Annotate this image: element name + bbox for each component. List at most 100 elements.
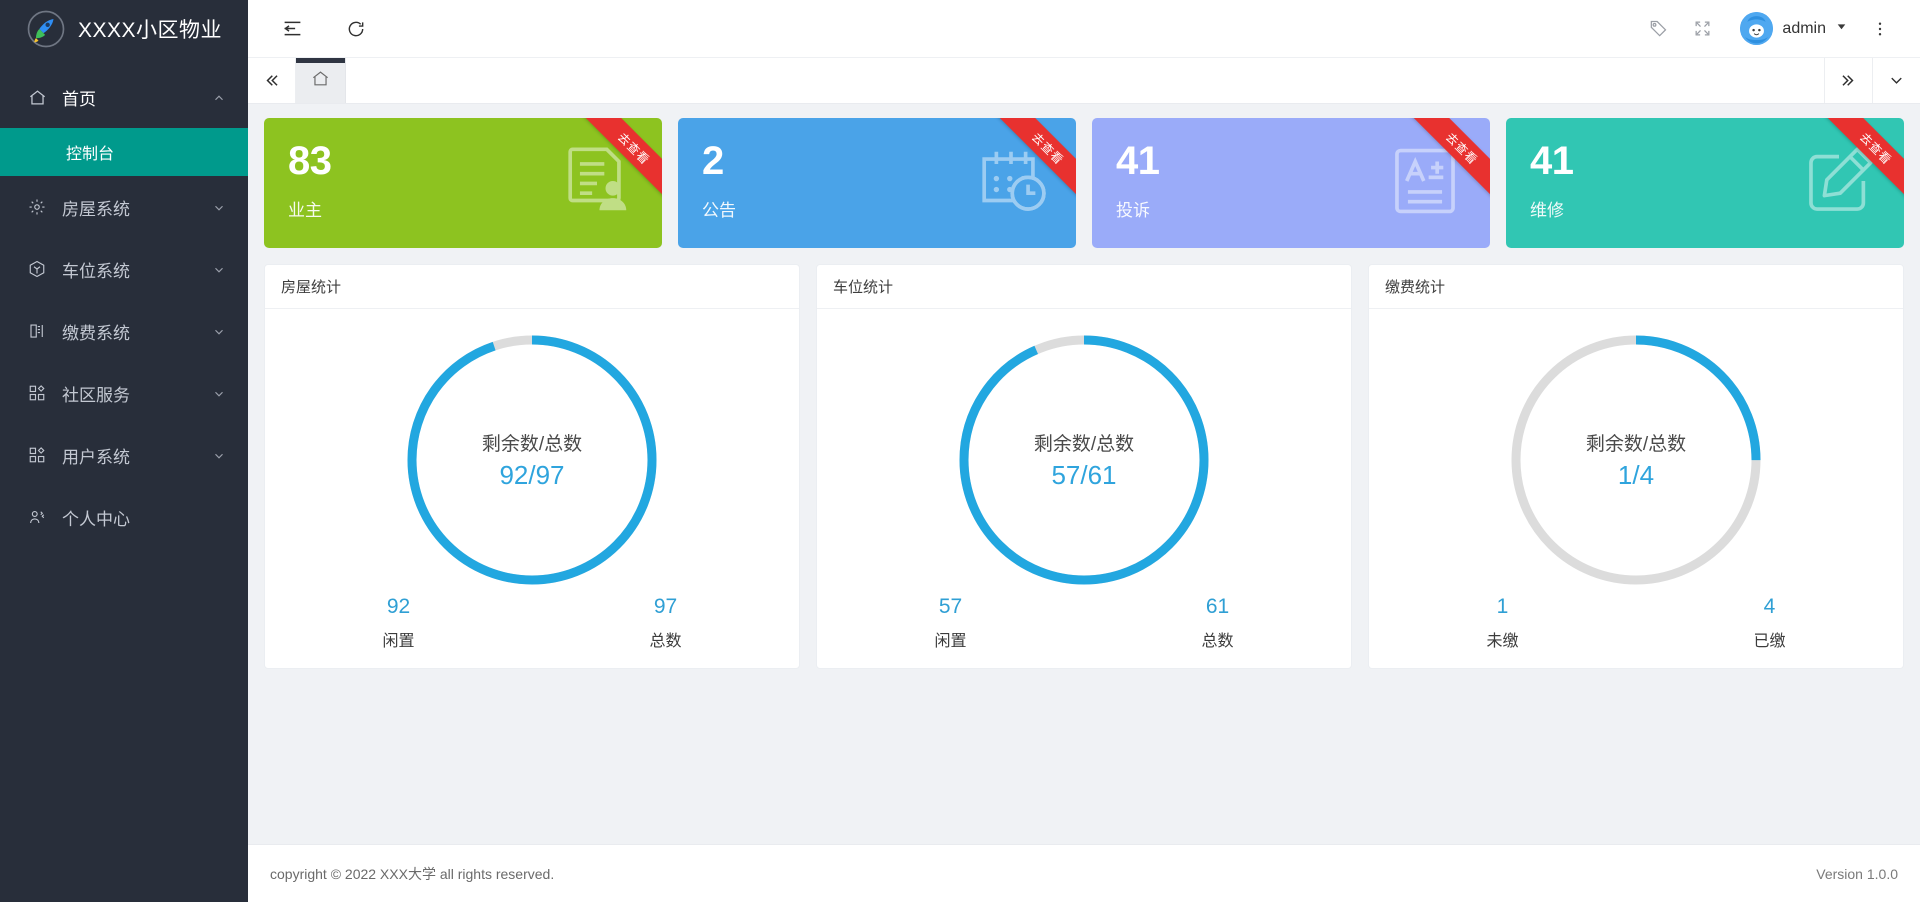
grid-icon	[26, 444, 48, 466]
sidebar-subitem-label: 控制台	[66, 146, 115, 163]
legend-label: 总数	[1201, 633, 1234, 650]
legend-item: 92 闲置	[265, 595, 532, 651]
legend-item: 1 未缴	[1369, 595, 1636, 651]
avatar-icon	[1740, 12, 1774, 45]
legend-number: 97	[653, 595, 678, 618]
app-root: XXXX小区物业 首页 控制台 房屋系统 车位系统 缴费系统 社区服务 用户系统…	[0, 0, 1920, 902]
panel-payment-statistics: 缴费统计 剩余数/总数 1/4 1 未缴 4 已缴	[1368, 264, 1904, 669]
calendar-clock-icon	[972, 142, 1050, 220]
legend-number: 4	[1763, 595, 1776, 618]
panel-parking-statistics: 车位统计 剩余数/总数 57/61 57 闲置 61 总数	[816, 264, 1352, 669]
fullscreen-icon[interactable]	[1680, 7, 1724, 51]
panel-title: 缴费统计	[1369, 265, 1903, 309]
book-icon	[26, 320, 48, 342]
footer-copyright: copyright © 2022 XXX大学 all rights reserv…	[270, 865, 555, 882]
legend-label: 总数	[649, 633, 682, 650]
more-vertical-icon[interactable]	[1858, 7, 1902, 51]
chart-legend: 1 未缴 4 已缴	[1369, 595, 1903, 655]
chart-legend: 57 闲置 61 总数	[817, 595, 1351, 655]
sidebar-item-community-service[interactable]: 社区服务	[0, 362, 248, 424]
sidebar-item-parking-system[interactable]: 车位系统	[0, 238, 248, 300]
grade-document-icon	[1386, 142, 1464, 220]
sidebar-menu: 首页 控制台 房屋系统 车位系统 缴费系统 社区服务 用户系统 个人中心	[0, 66, 248, 548]
sidebar-item-label: 首页	[62, 89, 96, 109]
sidebar-item-label: 个人中心	[62, 509, 130, 529]
topbar-right: admin	[1636, 7, 1920, 51]
gear-icon	[26, 196, 48, 218]
sidebar-item-house-system[interactable]: 房屋系统	[0, 176, 248, 238]
double-chevron-left-icon[interactable]	[248, 58, 296, 103]
rocket-logo-icon	[26, 9, 66, 49]
legend-number: 1	[1496, 595, 1509, 618]
donut-chart-payment: 剩余数/总数 1/4	[1501, 325, 1771, 595]
double-chevron-right-icon[interactable]	[1824, 58, 1872, 103]
chevron-down-icon	[212, 262, 226, 276]
panel-title: 房屋统计	[265, 265, 799, 309]
sidebar-submenu-home: 控制台	[0, 128, 248, 176]
chevron-down-icon	[212, 448, 226, 462]
main-area: admin 83 业主 去查看 2 公告 去查看 41 投诉 去查看 41 维修…	[248, 0, 1920, 902]
sidebar-item-payment-system[interactable]: 缴费系统	[0, 300, 248, 362]
legend-number: 57	[938, 595, 963, 618]
grid-icon	[26, 382, 48, 404]
chevron-down-icon	[212, 200, 226, 214]
user-menu[interactable]: admin	[1724, 12, 1858, 45]
stat-card-owner[interactable]: 83 业主 去查看	[264, 118, 662, 248]
sidebar-item-label: 社区服务	[62, 385, 130, 405]
sidebar: XXXX小区物业 首页 控制台 房屋系统 车位系统 缴费系统 社区服务 用户系统…	[0, 0, 248, 902]
legend-item: 61 总数	[1084, 595, 1351, 651]
panel-body: 剩余数/总数 57/61 57 闲置 61 总数	[817, 309, 1351, 668]
tag-icon[interactable]	[1636, 7, 1680, 51]
sidebar-item-user-system[interactable]: 用户系统	[0, 424, 248, 486]
home-icon	[311, 69, 330, 93]
sidebar-item-label: 车位系统	[62, 261, 130, 281]
footer-version: Version 1.0.0	[1816, 865, 1898, 882]
dashboard-content: 83 业主 去查看 2 公告 去查看 41 投诉 去查看 41 维修 去查看 房…	[248, 104, 1920, 844]
tab-dropdown-icon[interactable]	[1872, 58, 1920, 103]
chart-panel-row: 房屋统计 剩余数/总数 92/97 92 闲置 97 总数 车位统计 剩余数/总…	[264, 264, 1904, 669]
panel-title: 车位统计	[817, 265, 1351, 309]
panel-body: 剩余数/总数 1/4 1 未缴 4 已缴	[1369, 309, 1903, 668]
refresh-icon[interactable]	[334, 7, 378, 51]
menu-fold-icon[interactable]	[270, 7, 314, 51]
donut-chart-parking: 剩余数/总数 57/61	[949, 325, 1219, 595]
topbar: admin	[248, 0, 1920, 58]
legend-label: 未缴	[1486, 633, 1519, 650]
tabbar	[248, 58, 1920, 104]
legend-item: 4 已缴	[1636, 595, 1903, 651]
chart-legend: 92 闲置 97 总数	[265, 595, 799, 655]
caret-down-icon	[1835, 20, 1848, 38]
user-settings-icon	[26, 506, 48, 528]
stat-card-announcement[interactable]: 2 公告 去查看	[678, 118, 1076, 248]
brand-title: XXXX小区物业	[78, 19, 223, 42]
chevron-down-icon	[212, 324, 226, 338]
edit-pencil-icon	[1800, 142, 1878, 220]
legend-number: 61	[1205, 595, 1230, 618]
sidebar-item-console[interactable]: 控制台	[0, 128, 248, 176]
owner-document-icon	[558, 142, 636, 220]
brand[interactable]: XXXX小区物业	[0, 0, 248, 58]
tab-home[interactable]	[296, 58, 346, 103]
legend-number: 92	[386, 595, 411, 618]
user-name: admin	[1782, 19, 1826, 37]
sidebar-item-label: 用户系统	[62, 447, 130, 467]
legend-label: 闲置	[934, 633, 967, 650]
legend-label: 已缴	[1753, 633, 1786, 650]
sidebar-item-personal-center[interactable]: 个人中心	[0, 486, 248, 548]
sidebar-item-label: 缴费系统	[62, 323, 130, 343]
stat-card-repair[interactable]: 41 维修 去查看	[1506, 118, 1904, 248]
home-icon	[26, 86, 48, 108]
cube-icon	[26, 258, 48, 280]
chevron-up-icon	[212, 90, 226, 104]
sidebar-item-home[interactable]: 首页	[0, 66, 248, 128]
legend-label: 闲置	[382, 633, 415, 650]
legend-item: 97 总数	[532, 595, 799, 651]
tabbar-right	[1824, 58, 1920, 103]
tab-list	[296, 58, 1824, 103]
panel-house-statistics: 房屋统计 剩余数/总数 92/97 92 闲置 97 总数	[264, 264, 800, 669]
chevron-down-icon	[212, 386, 226, 400]
sidebar-item-label: 房屋系统	[62, 199, 130, 219]
donut-chart-house: 剩余数/总数 92/97	[397, 325, 667, 595]
stat-card-complaint[interactable]: 41 投诉 去查看	[1092, 118, 1490, 248]
footer: copyright © 2022 XXX大学 all rights reserv…	[248, 844, 1920, 902]
